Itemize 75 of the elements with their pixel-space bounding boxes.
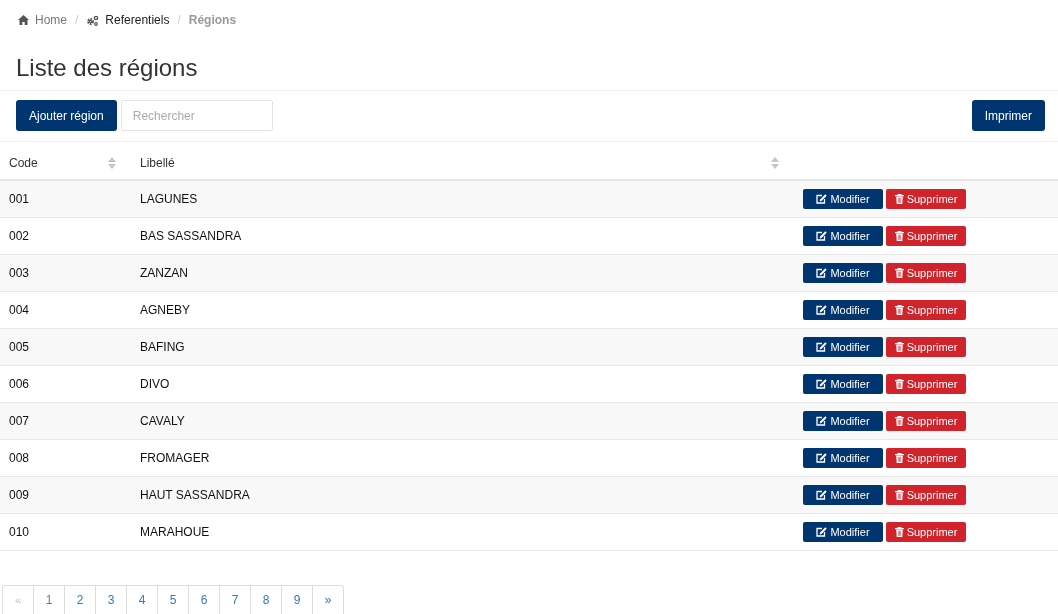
trash-icon xyxy=(894,490,904,500)
edit-icon xyxy=(816,379,828,389)
trash-icon xyxy=(894,268,904,278)
table-cell: 007 xyxy=(0,402,130,440)
edit-icon xyxy=(816,416,828,426)
edit-icon xyxy=(816,194,828,204)
table-cell: BAS SASSANDRA xyxy=(130,217,785,255)
delete-button[interactable]: Supprimer xyxy=(886,337,966,357)
edit-button[interactable]: Modifier xyxy=(803,337,883,357)
trash-icon xyxy=(894,194,904,204)
delete-button[interactable]: Supprimer xyxy=(886,448,966,468)
table-cell: 009 xyxy=(0,476,130,514)
trash-icon xyxy=(894,342,904,352)
page-link[interactable]: » xyxy=(312,585,344,614)
table-cell: CAVALY xyxy=(130,402,785,440)
edit-button[interactable]: Modifier xyxy=(803,226,883,246)
delete-button[interactable]: Supprimer xyxy=(886,300,966,320)
table-cell: 008 xyxy=(0,439,130,477)
table-cell: 003 xyxy=(0,254,130,292)
edit-button[interactable]: Modifier xyxy=(803,189,883,209)
search-field[interactable]: Rechercher xyxy=(120,100,273,131)
edit-icon xyxy=(816,305,828,315)
page-link: « xyxy=(2,585,34,614)
table-cell: AGNEBY xyxy=(130,291,785,329)
gears-icon xyxy=(86,14,100,26)
page-title: Liste des régions xyxy=(0,54,1058,91)
table-cell: 002 xyxy=(0,217,130,255)
delete-button[interactable]: Supprimer xyxy=(886,226,966,246)
delete-button[interactable]: Supprimer xyxy=(886,411,966,431)
table-cell: ZANZAN xyxy=(130,254,785,292)
table-cell: 010 xyxy=(0,513,130,551)
edit-icon xyxy=(816,342,828,352)
edit-button[interactable]: Modifier xyxy=(803,448,883,468)
add-region-button[interactable]: Ajouter région xyxy=(16,100,117,131)
edit-icon xyxy=(816,490,828,500)
edit-icon xyxy=(816,268,828,278)
breadcrumb-separator: / xyxy=(75,13,79,27)
breadcrumb-link[interactable]: Home xyxy=(35,13,67,27)
delete-button[interactable]: Supprimer xyxy=(886,485,966,505)
print-button[interactable]: Imprimer xyxy=(971,100,1045,131)
home-icon xyxy=(18,15,29,25)
edit-icon xyxy=(816,527,828,537)
delete-button[interactable]: Supprimer xyxy=(886,374,966,394)
table-cell: LAGUNES xyxy=(130,180,785,218)
edit-button[interactable]: Modifier xyxy=(803,522,883,542)
column-header[interactable]: Code xyxy=(9,155,38,170)
table-cell: HAUT SASSANDRA xyxy=(130,476,785,514)
breadcrumb-link[interactable]: Referentiels xyxy=(105,13,170,27)
delete-button[interactable]: Supprimer xyxy=(886,189,966,209)
column-header[interactable]: Libellé xyxy=(140,155,175,170)
edit-button[interactable]: Modifier xyxy=(803,485,883,505)
trash-icon xyxy=(894,231,904,241)
trash-icon xyxy=(894,416,904,426)
delete-button[interactable]: Supprimer xyxy=(886,263,966,283)
table-cell: BAFING xyxy=(130,328,785,366)
trash-icon xyxy=(894,305,904,315)
delete-button[interactable]: Supprimer xyxy=(886,522,966,542)
table-cell: 001 xyxy=(0,180,130,218)
breadcrumb-separator: / xyxy=(177,13,181,27)
breadcrumb-current: Régions xyxy=(188,13,237,27)
edit-button[interactable]: Modifier xyxy=(803,374,883,394)
edit-button[interactable]: Modifier xyxy=(803,411,883,431)
edit-icon xyxy=(816,453,828,463)
trash-icon xyxy=(894,453,904,463)
edit-icon xyxy=(816,231,828,241)
trash-icon xyxy=(894,527,904,537)
table-cell: 004 xyxy=(0,291,130,329)
table-cell: 006 xyxy=(0,365,130,403)
table-cell: FROMAGER xyxy=(130,439,785,477)
table-cell: DIVO xyxy=(130,365,785,403)
table-cell: 005 xyxy=(0,328,130,366)
edit-button[interactable]: Modifier xyxy=(803,263,883,283)
trash-icon xyxy=(894,379,904,389)
edit-button[interactable]: Modifier xyxy=(803,300,883,320)
table-cell: MARAHOUE xyxy=(130,513,785,551)
